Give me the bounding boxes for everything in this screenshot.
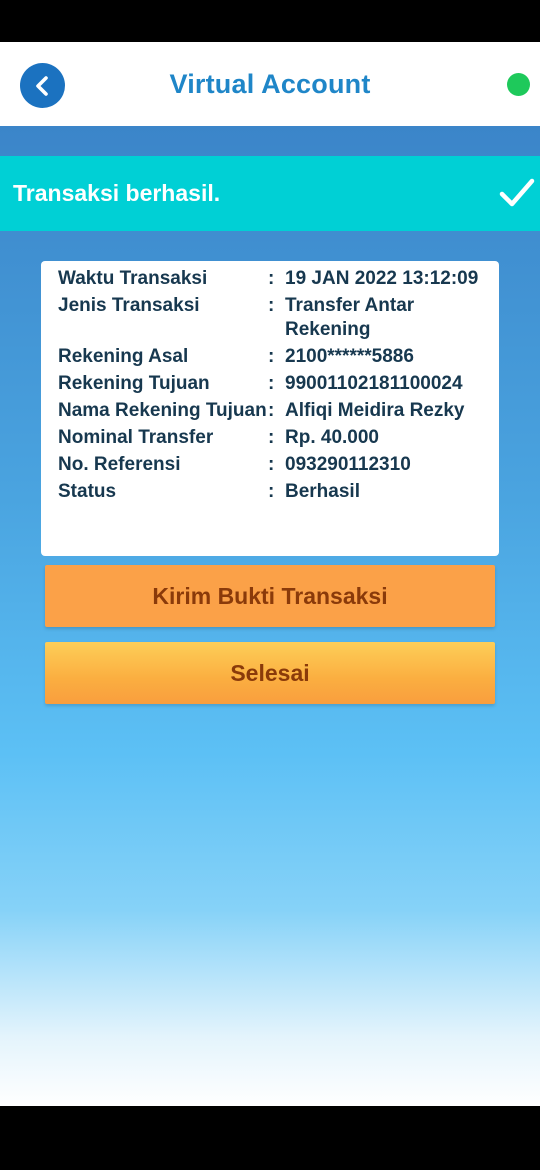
detail-separator: : bbox=[268, 400, 275, 421]
detail-label: Rekening Asal bbox=[58, 346, 189, 367]
detail-row-rekening-tujuan: Rekening Tujuan : 99001102181100024 bbox=[58, 372, 489, 396]
online-status-dot bbox=[507, 73, 530, 96]
detail-label: Waktu Transaksi bbox=[58, 268, 208, 289]
success-message: Transaksi berhasil. bbox=[13, 180, 221, 206]
main-content: Transaksi berhasil. Waktu Transaksi : 19… bbox=[0, 126, 540, 1106]
detail-value: Transfer Antar Rekening bbox=[285, 295, 415, 340]
system-navigation-bar bbox=[0, 1106, 540, 1170]
detail-label: Status bbox=[58, 481, 117, 502]
detail-value: 99001102181100024 bbox=[285, 373, 463, 394]
detail-value: 2100******5886 bbox=[285, 346, 414, 367]
app-header: Virtual Account bbox=[0, 42, 540, 126]
detail-label: Rekening Tujuan bbox=[58, 373, 210, 394]
detail-separator: : bbox=[268, 346, 275, 367]
detail-row-rekening-asal: Rekening Asal : 2100******5886 bbox=[58, 345, 489, 369]
detail-value: 19 JAN 2022 13:12:09 bbox=[285, 268, 479, 289]
detail-value: 093290112310 bbox=[285, 454, 411, 475]
done-button[interactable]: Selesai bbox=[45, 642, 495, 704]
page-title: Virtual Account bbox=[169, 68, 371, 99]
detail-separator: : bbox=[268, 295, 275, 316]
success-banner: Transaksi berhasil. bbox=[0, 156, 540, 231]
detail-label: No. Referensi bbox=[58, 454, 181, 475]
detail-row-status: Status : Berhasil bbox=[58, 480, 489, 504]
detail-row-nominal-transfer: Nominal Transfer : Rp. 40.000 bbox=[58, 426, 489, 450]
back-button[interactable] bbox=[20, 63, 65, 108]
detail-label: Jenis Transaksi bbox=[58, 295, 200, 316]
detail-separator: : bbox=[268, 268, 275, 289]
detail-row-nama-rekening-tujuan: Nama Rekening Tujuan : Alfiqi Meidira Re… bbox=[58, 399, 489, 423]
detail-value: Rp. 40.000 bbox=[285, 427, 379, 448]
transaction-detail-card: Waktu Transaksi : 19 JAN 2022 13:12:09 J… bbox=[41, 261, 499, 556]
detail-separator: : bbox=[268, 454, 275, 475]
detail-separator: : bbox=[268, 481, 275, 502]
system-status-bar bbox=[0, 0, 540, 42]
detail-row-waktu-transaksi: Waktu Transaksi : 19 JAN 2022 13:12:09 bbox=[58, 267, 489, 291]
detail-label: Nama Rekening Tujuan bbox=[58, 400, 267, 421]
chevron-left-icon bbox=[35, 75, 48, 96]
detail-value: Alfiqi Meidira Rezky bbox=[285, 400, 465, 421]
detail-separator: : bbox=[268, 427, 275, 448]
send-proof-button[interactable]: Kirim Bukti Transaksi bbox=[45, 565, 495, 627]
detail-row-no-referensi: No. Referensi : 093290112310 bbox=[58, 453, 489, 477]
detail-separator: : bbox=[268, 373, 275, 394]
detail-label: Nominal Transfer bbox=[58, 427, 214, 448]
detail-row-jenis-transaksi: Jenis Transaksi : Transfer Antar Rekenin… bbox=[58, 294, 489, 342]
check-icon bbox=[499, 178, 535, 207]
detail-value: Berhasil bbox=[285, 481, 360, 502]
